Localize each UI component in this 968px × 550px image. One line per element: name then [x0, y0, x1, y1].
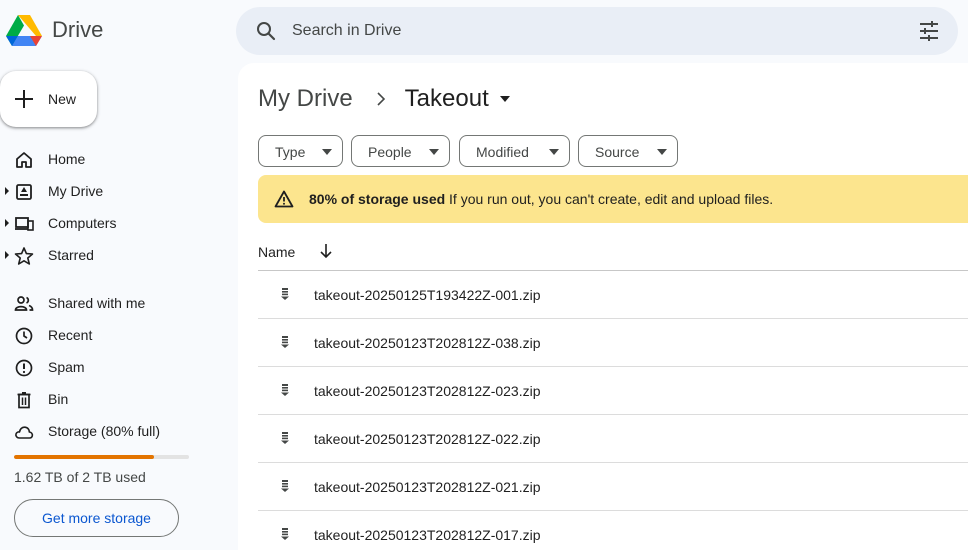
app-name: Drive: [52, 17, 104, 42]
caret-down-icon: [549, 149, 559, 155]
plus-icon: [15, 90, 33, 108]
zip-file-icon: [281, 288, 289, 300]
search-input[interactable]: [292, 7, 892, 55]
sidebar-item-bin[interactable]: Bin: [0, 383, 230, 415]
my-drive-icon: [16, 184, 32, 200]
arrow-down-icon[interactable]: [319, 243, 333, 259]
warning-icon: [274, 190, 294, 208]
sidebar-item-home[interactable]: Home: [0, 143, 230, 175]
breadcrumb: My Drive Takeout: [258, 85, 511, 113]
filter-chip-type[interactable]: Type: [258, 135, 343, 167]
caret-down-icon: [322, 149, 332, 155]
sidebar-item-shared-with-me[interactable]: Shared with me: [0, 287, 230, 319]
file-name: takeout-20250123T202812Z-023.zip: [314, 383, 541, 399]
sidebar-item-label: Home: [48, 151, 86, 167]
filter-chip-source[interactable]: Source: [578, 135, 678, 167]
home-icon: [16, 152, 32, 168]
filter-chip-label: People: [368, 144, 412, 160]
storage-usage-text: 1.62 TB of 2 TB used: [14, 469, 146, 485]
file-list: takeout-20250125T193422Z-001.zip takeout…: [258, 271, 968, 550]
filter-chip-label: Source: [595, 144, 640, 160]
storage-progress-fill: [14, 455, 154, 459]
caret-down-icon: [499, 96, 510, 102]
sidebar-item-label: Spam: [48, 359, 85, 375]
sidebar-item-label: My Drive: [48, 183, 104, 199]
zip-file-icon: [281, 336, 289, 348]
get-more-storage-button[interactable]: Get more storage: [14, 499, 179, 537]
trash-icon: [17, 392, 31, 409]
file-name: takeout-20250125T193422Z-001.zip: [314, 287, 541, 303]
main-content: My Drive Takeout Type People Modified So…: [238, 63, 968, 550]
banner-text: 80% of storage used If you run out, you …: [309, 191, 773, 207]
table-row[interactable]: takeout-20250123T202812Z-023.zip: [258, 367, 968, 415]
new-button-label: New: [48, 91, 77, 107]
tune-icon[interactable]: [917, 19, 941, 43]
banner-message: If you run out, you can't create, edit a…: [449, 191, 774, 207]
zip-file-icon: [281, 384, 289, 396]
file-name: takeout-20250123T202812Z-022.zip: [314, 431, 541, 447]
breadcrumb-current-label: Takeout: [404, 85, 489, 112]
cloud-icon: [15, 426, 34, 439]
breadcrumb-my-drive[interactable]: My Drive: [258, 85, 353, 113]
table-row[interactable]: takeout-20250123T202812Z-022.zip: [258, 415, 968, 463]
filter-chip-label: Modified: [476, 144, 529, 160]
storage-progress-bar: [14, 455, 189, 459]
sidebar-item-my-drive[interactable]: My Drive: [0, 175, 230, 207]
drive-app: Drive New Home: [0, 0, 968, 550]
file-name: takeout-20250123T202812Z-017.zip: [314, 527, 541, 543]
filter-chip-modified[interactable]: Modified: [459, 135, 570, 167]
sidebar-item-label: Recent: [48, 327, 93, 343]
file-list-header: Name: [258, 233, 968, 271]
column-header-name[interactable]: Name: [258, 244, 295, 260]
banner-bold-text: 80% of storage used: [309, 191, 446, 207]
search-bar: [236, 7, 958, 55]
sidebar-item-spam[interactable]: Spam: [0, 351, 230, 383]
sidebar-item-recent[interactable]: Recent: [0, 319, 230, 351]
clock-icon: [15, 327, 33, 345]
table-row[interactable]: takeout-20250123T202812Z-017.zip: [258, 511, 968, 550]
file-name: takeout-20250123T202812Z-038.zip: [314, 335, 541, 351]
spam-icon: [15, 359, 33, 377]
google-drive-logo-icon: [6, 15, 42, 46]
caret-right-icon[interactable]: [4, 187, 10, 195]
zip-file-icon: [281, 528, 289, 540]
table-row[interactable]: takeout-20250123T202812Z-021.zip: [258, 463, 968, 511]
caret-right-icon[interactable]: [4, 219, 10, 227]
sidebar-item-storage[interactable]: Storage (80% full): [0, 415, 230, 447]
table-row[interactable]: takeout-20250125T193422Z-001.zip: [258, 271, 968, 319]
caret-down-icon: [657, 149, 667, 155]
people-icon: [14, 296, 34, 311]
sidebar-item-label: Storage (80% full): [48, 423, 161, 439]
file-name: takeout-20250123T202812Z-021.zip: [314, 479, 541, 495]
zip-file-icon: [281, 480, 289, 492]
storage-warning-banner: 80% of storage used If you run out, you …: [258, 175, 968, 223]
drive-logo[interactable]: Drive: [6, 14, 103, 46]
caret-down-icon: [429, 149, 439, 155]
table-row[interactable]: takeout-20250123T202812Z-038.zip: [258, 319, 968, 367]
computers-icon: [15, 217, 34, 231]
chevron-right-icon: [377, 92, 385, 106]
sidebar-item-starred[interactable]: Starred: [0, 239, 230, 271]
sidebar-item-computers[interactable]: Computers: [0, 207, 230, 239]
sidebar-item-label: Shared with me: [48, 295, 146, 311]
search-icon[interactable]: [254, 19, 278, 43]
sidebar-item-label: Bin: [48, 391, 69, 407]
sidebar-item-label: Starred: [48, 247, 94, 263]
breadcrumb-current-folder[interactable]: Takeout: [405, 85, 511, 113]
sidebar-item-label: Computers: [48, 215, 117, 231]
filter-chip-label: Type: [275, 144, 306, 160]
zip-file-icon: [281, 432, 289, 444]
star-icon: [14, 247, 34, 265]
new-button[interactable]: New: [0, 71, 97, 127]
filter-chip-people[interactable]: People: [351, 135, 450, 167]
caret-right-icon[interactable]: [4, 251, 10, 259]
